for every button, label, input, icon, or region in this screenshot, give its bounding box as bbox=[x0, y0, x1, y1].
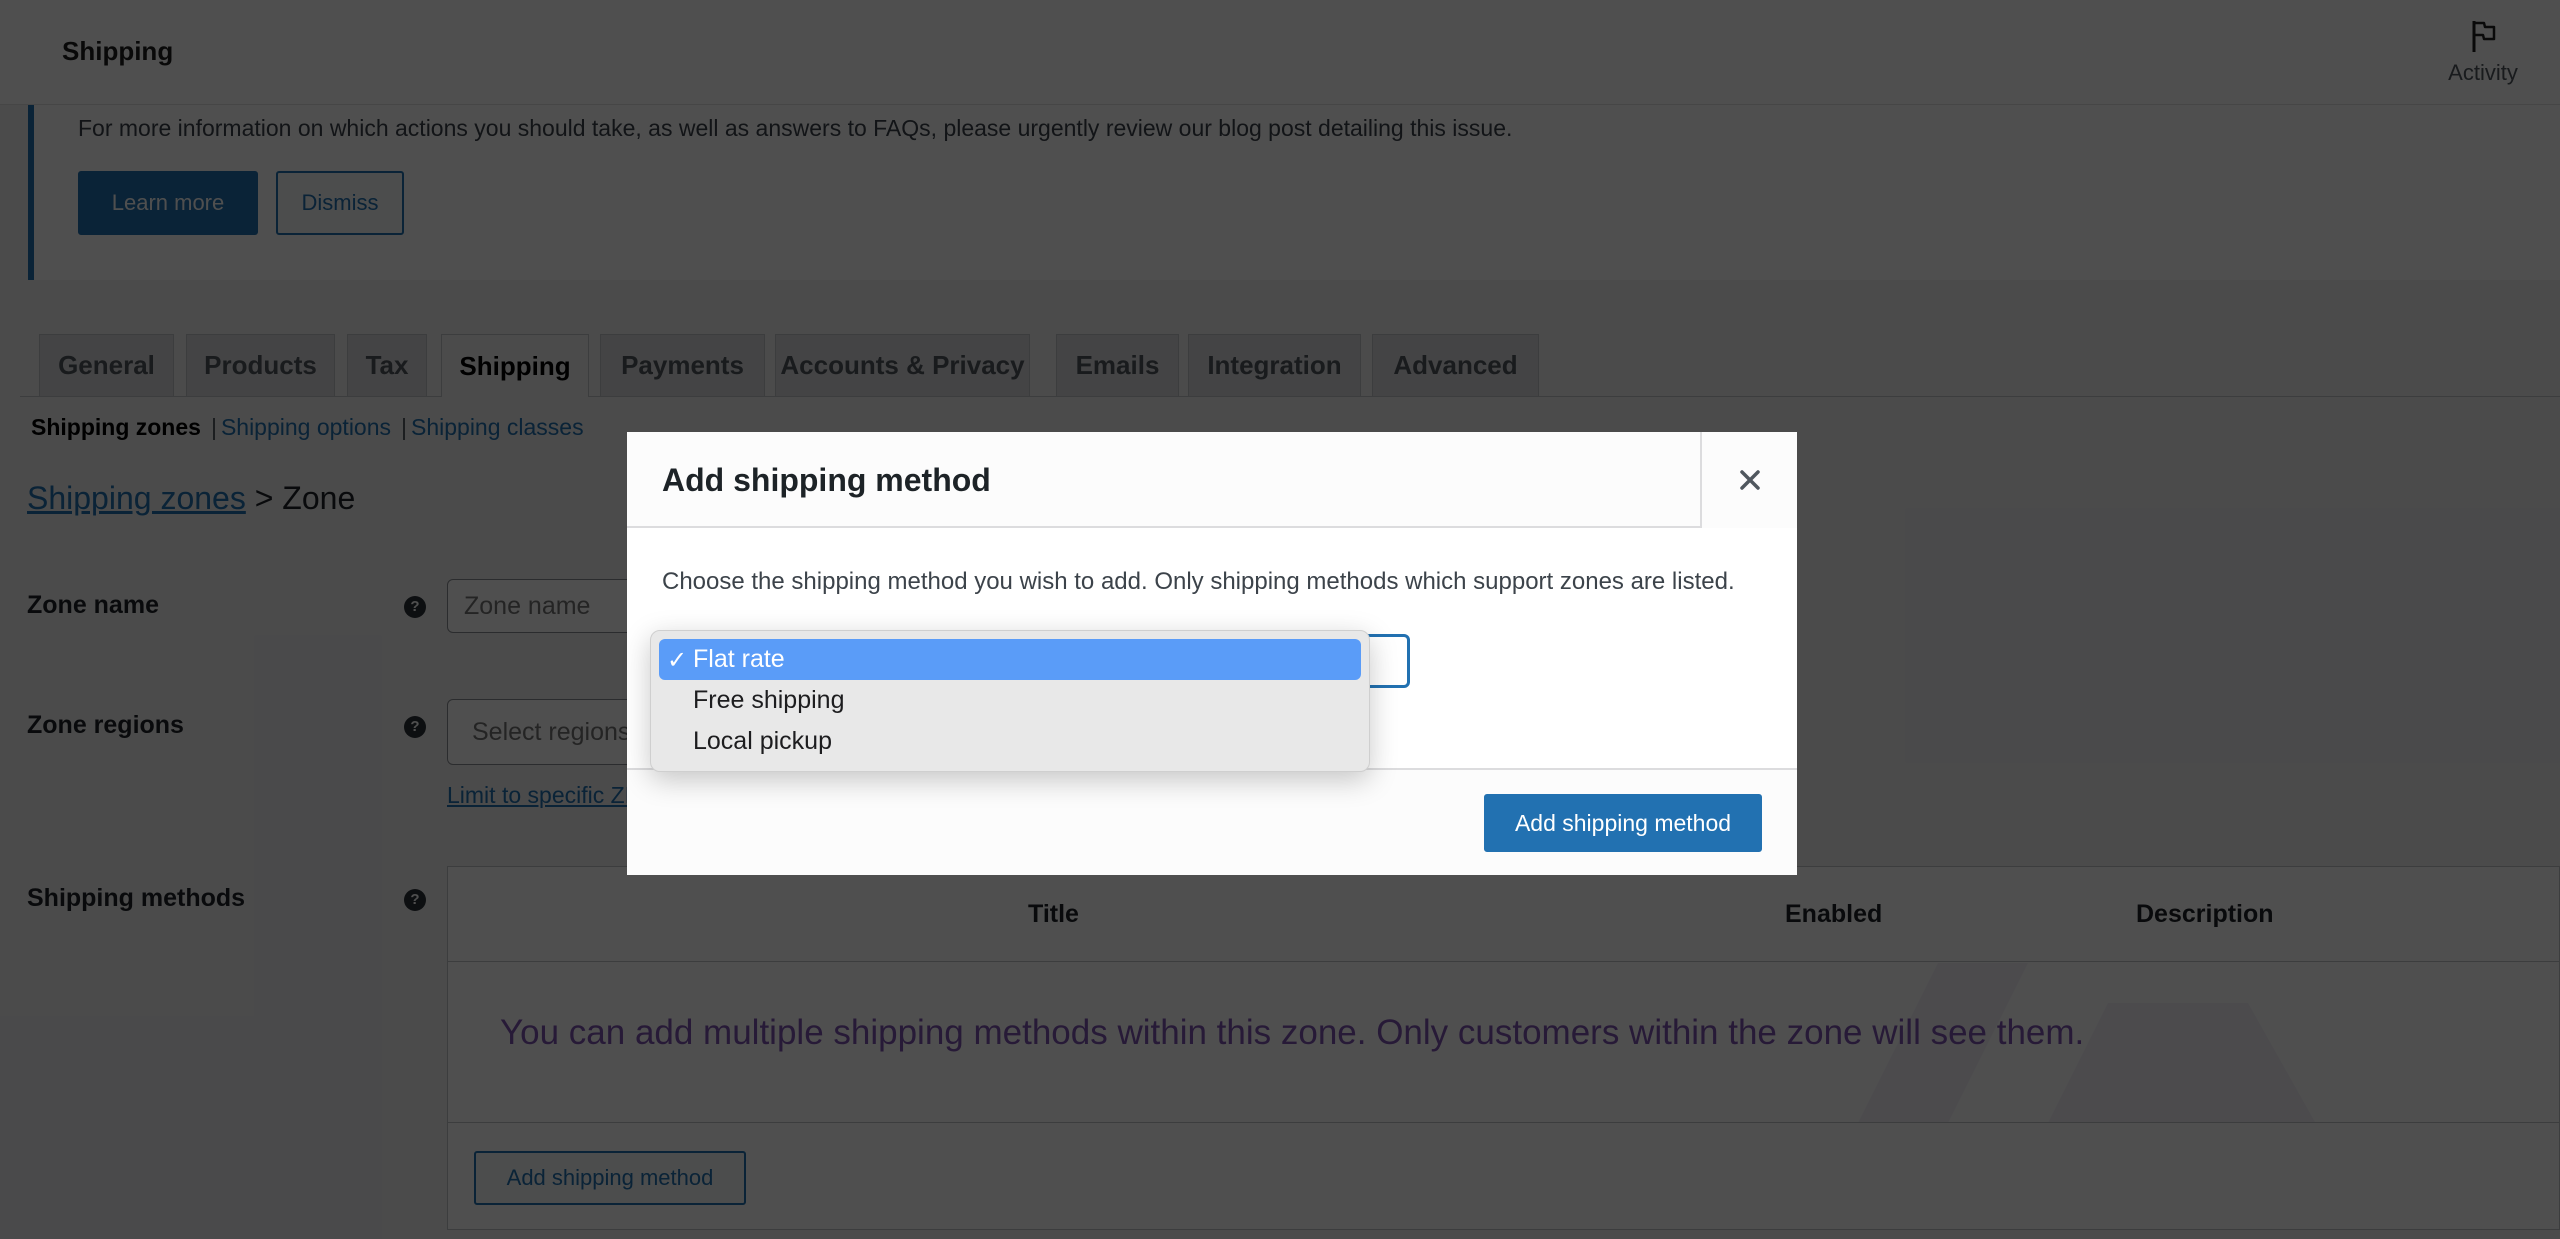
modal-close-button[interactable] bbox=[1700, 432, 1797, 528]
modal-title: Add shipping method bbox=[662, 462, 991, 498]
option-label: Local pickup bbox=[693, 727, 832, 755]
checkmark-icon: ✓ bbox=[667, 647, 688, 674]
option-label: Free shipping bbox=[693, 686, 845, 714]
dropdown-option-free-shipping[interactable]: Free shipping bbox=[659, 680, 1361, 721]
close-icon bbox=[1739, 470, 1760, 490]
dropdown-option-local-pickup[interactable]: Local pickup bbox=[659, 721, 1361, 762]
modal-description: Choose the shipping method you wish to a… bbox=[662, 568, 1735, 595]
dropdown-option-flat-rate[interactable]: ✓ Flat rate bbox=[659, 639, 1361, 680]
modal-footer: Add shipping method bbox=[627, 768, 1797, 875]
shipping-method-dropdown: ✓ Flat rate Free shipping Local pickup bbox=[650, 630, 1370, 772]
modal-header: Add shipping method bbox=[627, 432, 1797, 528]
add-shipping-method-submit-button[interactable]: Add shipping method bbox=[1484, 794, 1762, 852]
option-label: Flat rate bbox=[693, 645, 785, 673]
